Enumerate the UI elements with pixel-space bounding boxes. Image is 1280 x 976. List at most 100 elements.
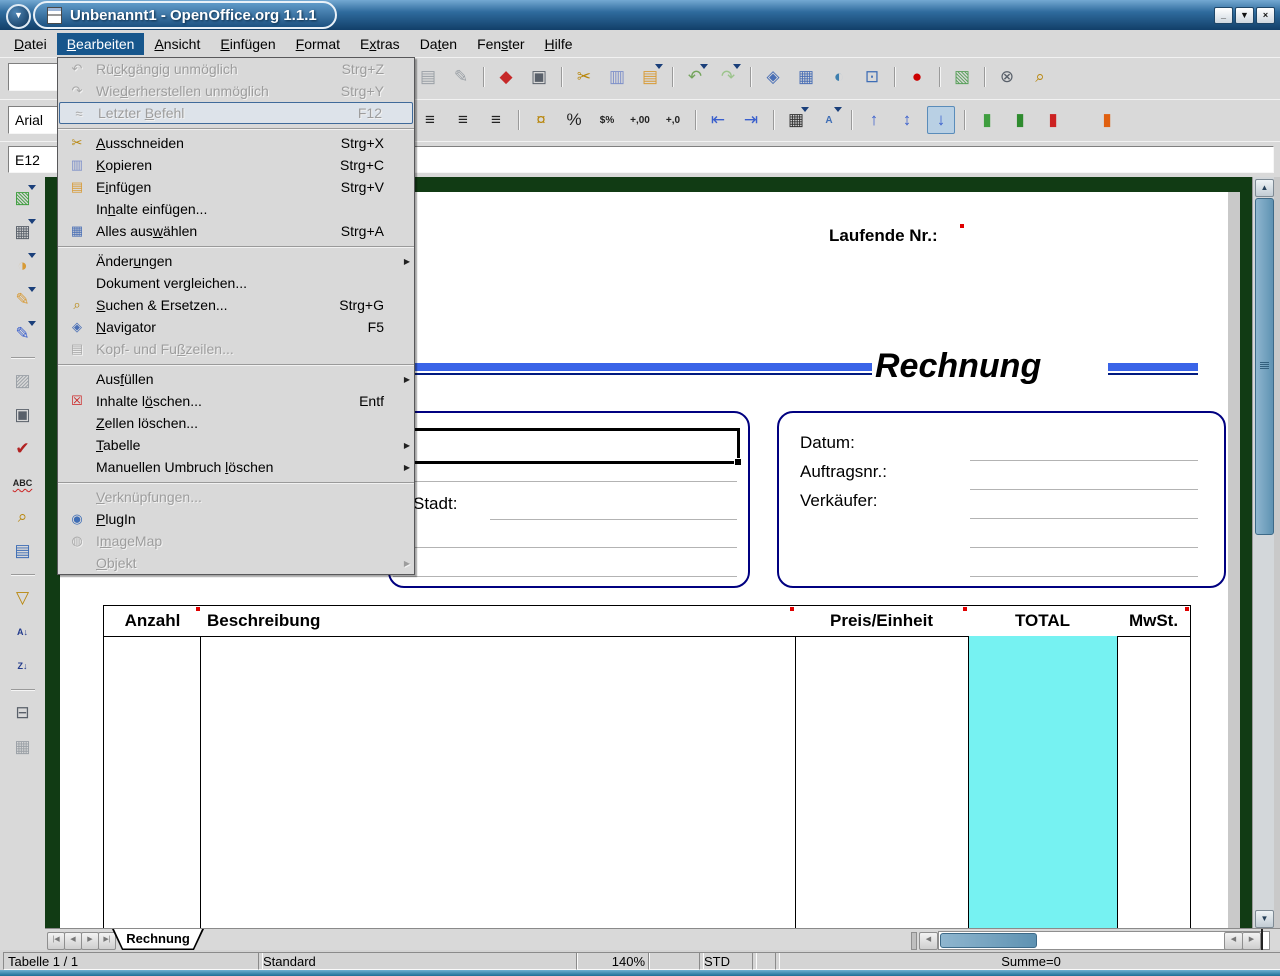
columns-icon[interactable]: ▮ <box>1094 107 1120 133</box>
delete-rows-icon[interactable]: ▮ <box>1040 107 1066 133</box>
insert-graphics-icon[interactable]: ▧ <box>949 64 975 90</box>
borders-dropdown-arrow[interactable] <box>801 107 809 112</box>
menu-item-manuellen-umbruch-l-schen[interactable]: Manuellen Umbruch löschen▶ <box>58 456 414 478</box>
next-sheet-button[interactable]: ▶ <box>81 932 99 950</box>
stylist-icon[interactable]: ▦ <box>793 64 819 90</box>
decrease-indent-icon[interactable]: ⇤ <box>705 107 731 133</box>
insert-object-icon[interactable]: ◑ <box>10 253 36 279</box>
gallery-icon[interactable]: ◐ <box>826 64 852 90</box>
insert-columns-icon[interactable]: ▮ <box>1007 107 1033 133</box>
autoformat-icon[interactable]: ▣ <box>10 402 36 428</box>
background-color-icon[interactable]: A <box>816 107 842 133</box>
system-menu-button[interactable]: ▼ <box>6 4 31 29</box>
cut-icon[interactable]: ✂ <box>571 64 597 90</box>
form-controls-dropdown-arrow[interactable] <box>28 321 36 326</box>
search-on-off-icon[interactable]: ⌕ <box>10 504 36 530</box>
copy-icon[interactable]: ▥ <box>604 64 630 90</box>
zoom-page-icon[interactable]: ⌕ <box>1027 64 1053 90</box>
hscroll-right-button[interactable]: ▶ <box>1242 932 1261 950</box>
spellcheck-icon[interactable]: ✔ <box>10 436 36 462</box>
stop-loading-icon[interactable]: ⊗ <box>994 64 1020 90</box>
menu-item-kopieren[interactable]: ▥KopierenStrg+C <box>58 154 414 176</box>
cell-selection-handle[interactable] <box>734 458 742 466</box>
hscroll-left-button-2[interactable]: ◀ <box>1224 932 1243 950</box>
align-center-vertically-icon[interactable]: ↕ <box>894 107 920 133</box>
redo-dropdown-arrow[interactable] <box>733 64 741 69</box>
menu-item-dokument-vergleichen[interactable]: Dokument vergleichen... <box>58 272 414 294</box>
horizontal-scrollbar[interactable] <box>938 931 1270 950</box>
close-button[interactable]: × <box>1256 7 1275 24</box>
insert-cells-dropdown-arrow[interactable] <box>28 219 36 224</box>
menu-item-inhalte-einf-gen[interactable]: Inhalte einfügen... <box>58 198 414 220</box>
currency-format-icon[interactable]: ¤ <box>528 107 554 133</box>
minimize-button[interactable]: _ <box>1214 7 1233 24</box>
draw-functions-dropdown-arrow[interactable] <box>28 287 36 292</box>
data-sources-icon[interactable]: ▤ <box>10 538 36 564</box>
insert-icon[interactable]: ▧ <box>10 185 36 211</box>
redo-icon[interactable]: ↷ <box>715 64 741 90</box>
menu-item-navigator[interactable]: ◈NavigatorF5 <box>58 316 414 338</box>
menubar-item-daten[interactable]: Daten <box>410 33 467 55</box>
align-bottom-icon[interactable]: ↓ <box>927 106 955 134</box>
menubar-item-datei[interactable]: Datei <box>4 33 57 55</box>
previous-sheet-button[interactable]: ◀ <box>64 932 82 950</box>
menu-item-suchen-ersetzen[interactable]: ⌕Suchen & Ersetzen...Strg+G <box>58 294 414 316</box>
menu-item-nderungen[interactable]: Änderungen▶ <box>58 250 414 272</box>
horizontal-scroll-thumb[interactable] <box>940 933 1037 948</box>
menubar-item-ansicht[interactable]: Ansicht <box>144 33 210 55</box>
menubar-item-fenster[interactable]: Fenster <box>467 33 534 55</box>
insert-dropdown-arrow[interactable] <box>28 185 36 190</box>
split-window-icon[interactable]: ⊟ <box>10 700 36 726</box>
scroll-down-button[interactable]: ▼ <box>1255 910 1274 928</box>
menu-item-einf-gen[interactable]: ▤EinfügenStrg+V <box>58 176 414 198</box>
undo-dropdown-arrow[interactable] <box>700 64 708 69</box>
export-pdf-icon[interactable]: ◆ <box>493 64 519 90</box>
insert-object-dropdown-arrow[interactable] <box>28 253 36 258</box>
delete-decimal-icon[interactable]: +,0 <box>660 107 686 133</box>
menubar-item-format[interactable]: Format <box>286 33 350 55</box>
vertical-scrollbar[interactable]: ▲ ▼ <box>1252 177 1275 928</box>
background-color-dropdown-arrow[interactable] <box>834 107 842 112</box>
insert-cells-icon[interactable]: ▦ <box>10 219 36 245</box>
menubar-item-einf-gen[interactable]: Einfügen <box>210 33 285 55</box>
paste-dropdown-arrow[interactable] <box>655 64 663 69</box>
selected-cell[interactable] <box>393 428 740 464</box>
sort-ascending-icon[interactable]: A↓ <box>10 619 36 645</box>
add-decimal-icon[interactable]: +,00 <box>627 107 653 133</box>
increase-indent-icon[interactable]: ⇥ <box>738 107 764 133</box>
menu-item-ausf-llen[interactable]: Ausfüllen▶ <box>58 368 414 390</box>
align-center-icon[interactable]: ≡ <box>417 107 443 133</box>
auto-spellcheck-icon[interactable]: ABC <box>10 470 36 496</box>
print-file-icon[interactable]: ▣ <box>526 64 552 90</box>
form-controls-icon[interactable]: ✎ <box>10 321 36 347</box>
borders-icon[interactable]: ▦ <box>783 107 809 133</box>
last-sheet-button[interactable]: ▶| <box>98 932 116 950</box>
menubar-item-hilfe[interactable]: Hilfe <box>535 33 583 55</box>
scroll-up-button[interactable]: ▲ <box>1255 179 1274 197</box>
status-zoom-level[interactable]: 140% <box>576 952 650 970</box>
menu-item-alles-ausw-hlen[interactable]: ▦Alles auswählenStrg+A <box>58 220 414 242</box>
maximize-button[interactable]: ▼ <box>1235 7 1254 24</box>
menu-item-ausschneiden[interactable]: ✂AusschneidenStrg+X <box>58 132 414 154</box>
percent-format-icon[interactable]: % <box>561 107 587 133</box>
menubar-item-bearbeiten[interactable]: Bearbeiten <box>57 33 145 55</box>
navigator-icon[interactable]: ◈ <box>760 64 786 90</box>
undo-icon[interactable]: ↶ <box>682 64 708 90</box>
align-top-icon[interactable]: ↑ <box>861 107 887 133</box>
autofilter-icon[interactable]: ▽ <box>10 585 36 611</box>
tab-scrollbar-splitter[interactable] <box>911 932 917 950</box>
menu-item-inhalte-l-schen[interactable]: ☒Inhalte löschen...Entf <box>58 390 414 412</box>
align-justified-icon[interactable]: ≡ <box>483 107 509 133</box>
paste-icon[interactable]: ▤ <box>637 64 663 90</box>
sort-descending-icon[interactable]: Z↓ <box>10 653 36 679</box>
zoom-window-icon[interactable]: ⊡ <box>859 64 885 90</box>
menu-item-zellen-l-schen[interactable]: Zellen löschen... <box>58 412 414 434</box>
status-selection-mode[interactable]: STD <box>699 952 757 970</box>
vertical-scroll-thumb[interactable] <box>1255 198 1274 535</box>
sheet-tab-rechnung[interactable]: Rechnung <box>112 929 204 950</box>
menu-item-tabelle[interactable]: Tabelle▶ <box>58 434 414 456</box>
first-sheet-button[interactable]: |◀ <box>47 932 65 950</box>
menu-item-plugin[interactable]: ◉PlugIn <box>58 508 414 530</box>
standard-format-icon[interactable]: $% <box>594 107 620 133</box>
hscroll-left-button[interactable]: ◀ <box>919 932 938 950</box>
